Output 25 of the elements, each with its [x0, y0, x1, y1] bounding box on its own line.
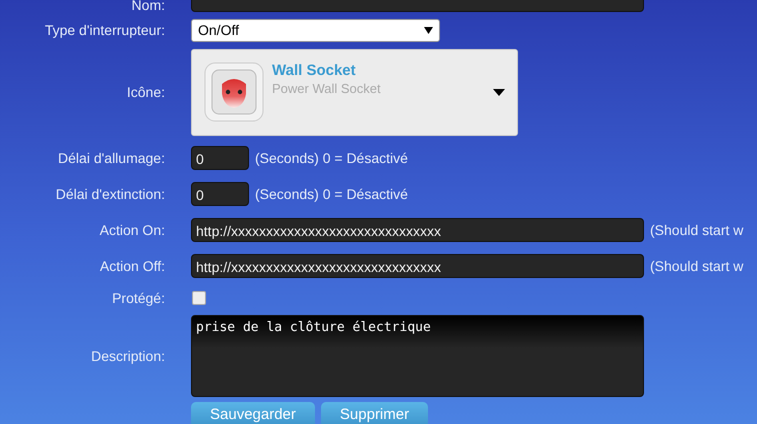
protected-checkbox[interactable]	[192, 291, 206, 305]
field-hint: (Seconds) 0 = Désactivé	[255, 150, 408, 166]
field-hint: (Should start w	[650, 258, 744, 274]
field-label: Action On:	[98, 222, 165, 238]
switch-type-select[interactable]: On/Off	[191, 18, 440, 42]
icon-subtitle: Power Wall Socket	[272, 80, 382, 96]
wall-socket-icon	[204, 62, 264, 122]
field-label: Délai d'allumage:	[57, 150, 165, 166]
description-textarea[interactable]: prise de la clôture électrique	[191, 315, 644, 397]
icon-title: Wall Socket	[272, 62, 357, 78]
url-field[interactable]: http://xxxxxxxxxxxxxxxxxxxxxxxxxxxxxx	[191, 254, 644, 278]
field-hint: (Should start w	[650, 222, 744, 238]
field-label: Action Off:	[98, 258, 165, 274]
dropdown-icon	[493, 88, 505, 96]
delay-field[interactable]: 0	[191, 146, 249, 170]
field-label: Description:	[90, 348, 165, 364]
delay-field[interactable]: 0	[191, 182, 249, 206]
field-label: Nom:	[130, 0, 165, 12]
field-label: Type d'interrupteur:	[44, 22, 165, 38]
field-label: Délai d'extinction:	[54, 186, 165, 202]
url-field[interactable]: http://xxxxxxxxxxxxxxxxxxxxxxxxxxxxxx	[191, 218, 644, 242]
dropdown-icon	[424, 26, 433, 34]
field-hint: (Seconds) 0 = Désactivé	[255, 186, 408, 202]
field-label: Protégé:	[111, 290, 165, 306]
field-label: Icône:	[126, 84, 165, 100]
